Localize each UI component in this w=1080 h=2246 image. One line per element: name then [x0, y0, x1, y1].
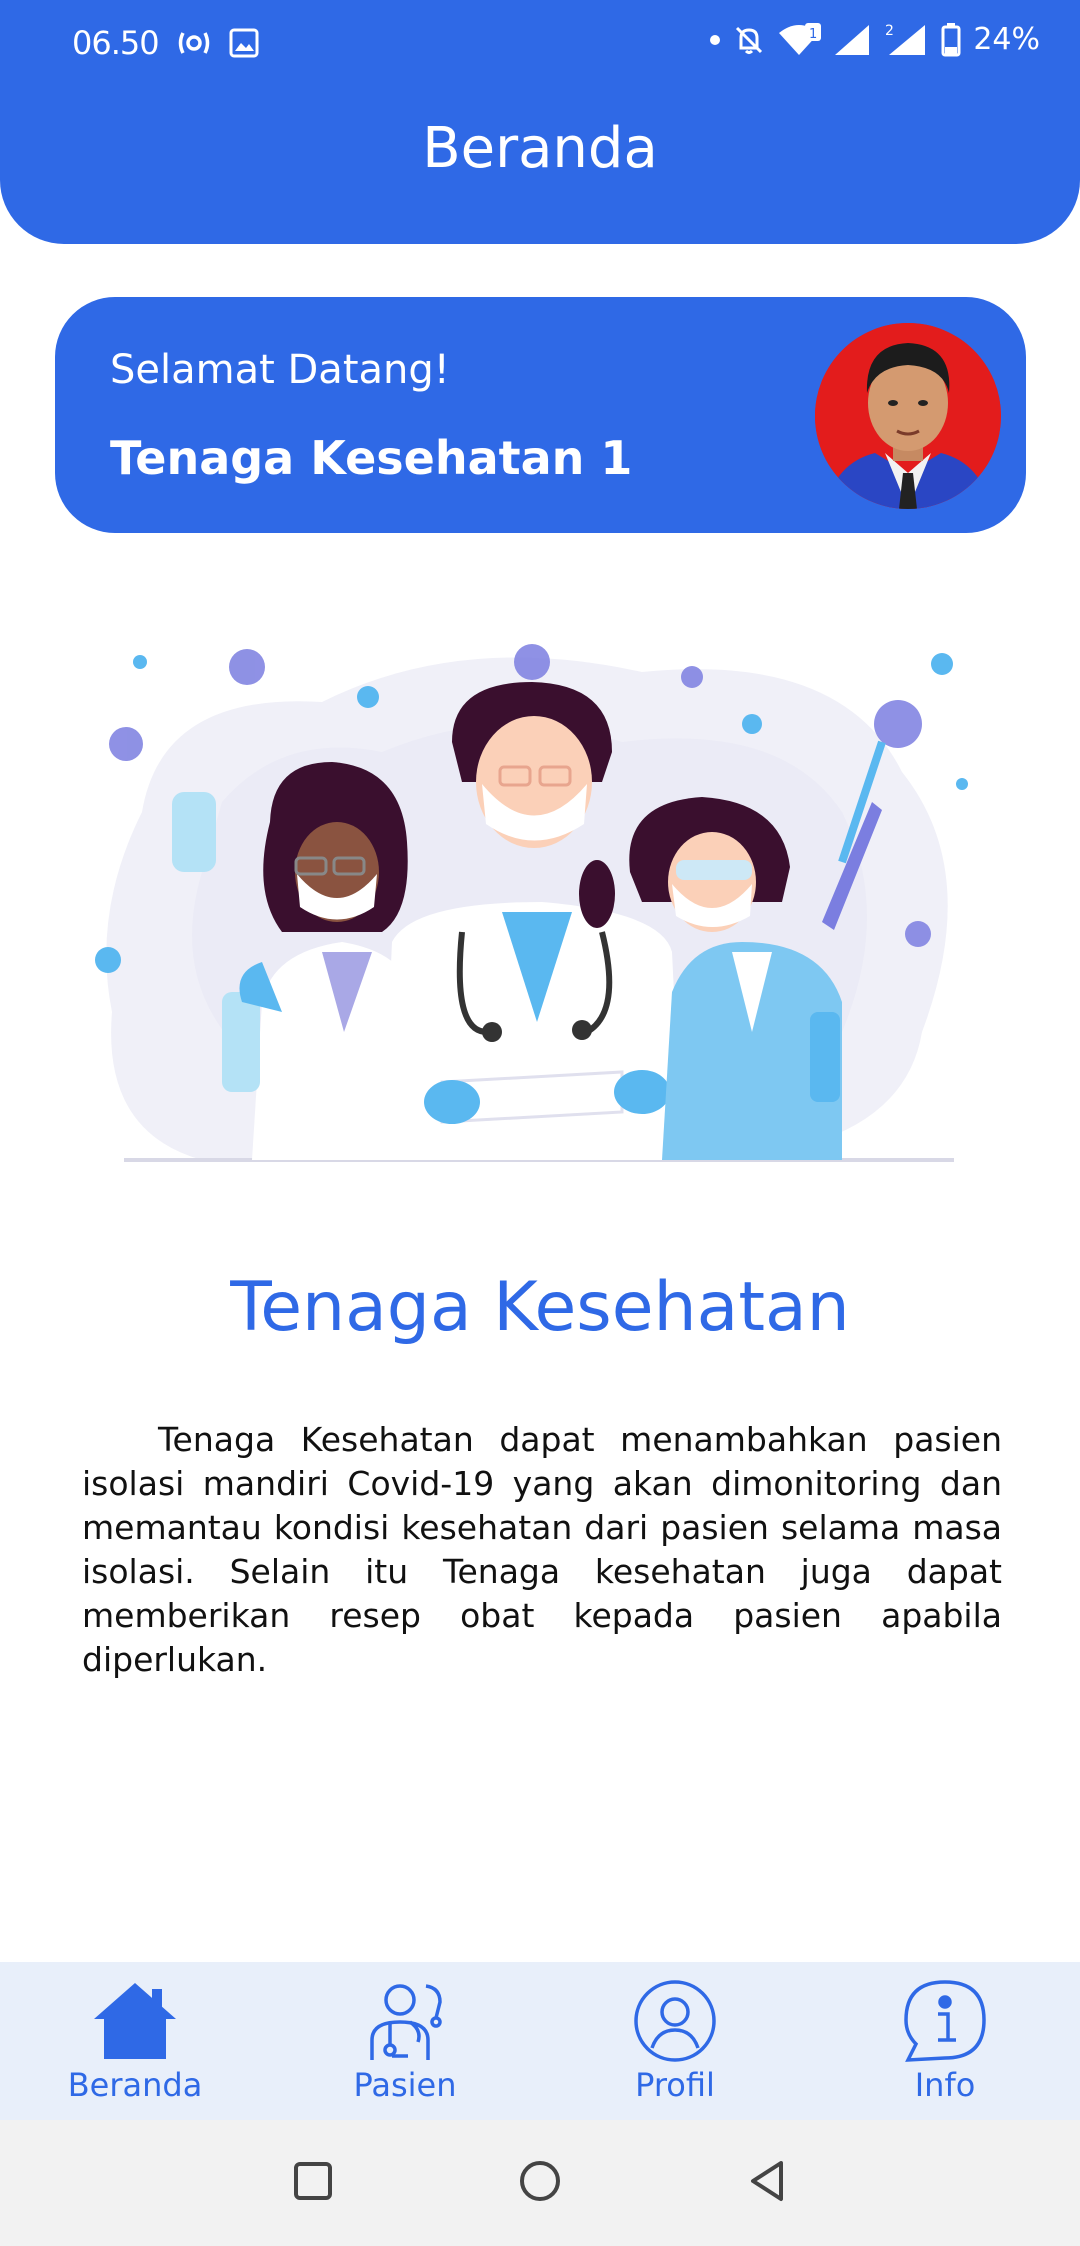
home-icon [92, 1978, 178, 2064]
wifi-icon: 1 [777, 22, 822, 57]
signal-icon: 2 [885, 23, 929, 57]
nav-label: Info [914, 2066, 976, 2104]
back-triangle-icon [751, 2161, 784, 2201]
dot-icon [709, 34, 721, 46]
welcome-user-name: Tenaga Kesehatan 1 [110, 431, 633, 485]
image-icon [229, 28, 259, 58]
hero-illustration [82, 612, 1002, 1172]
avatar [815, 323, 1001, 509]
back-button[interactable] [747, 2159, 787, 2207]
section-title: Tenaga Kesehatan [230, 1268, 850, 1347]
battery-level: 24% [973, 22, 1040, 57]
signal-icon [833, 23, 873, 57]
nav-item-profil[interactable]: Profil [540, 1962, 810, 2120]
nav-item-pasien[interactable]: Pasien [270, 1962, 540, 2120]
welcome-greeting: Selamat Datang! [110, 347, 450, 393]
bottom-nav: Beranda Pasien Profil Info [0, 1962, 1080, 2120]
status-time: 06.50 [72, 24, 160, 62]
svg-text:1: 1 [809, 27, 817, 42]
recents-button[interactable] [293, 2161, 333, 2205]
svg-text:2: 2 [885, 23, 894, 39]
doctor-icon [362, 1978, 448, 2064]
user-icon [632, 1978, 718, 2064]
system-nav-bar [0, 2120, 1080, 2246]
nav-label: Profil [635, 2066, 715, 2104]
nav-item-info[interactable]: Info [810, 1962, 1080, 2120]
nav-label: Beranda [67, 2066, 203, 2104]
home-button[interactable] [518, 2159, 562, 2207]
status-bar: 06.50 1 2 24% [0, 0, 1080, 88]
nav-item-beranda[interactable]: Beranda [0, 1962, 270, 2120]
nav-label: Pasien [353, 2066, 457, 2104]
info-icon [902, 1978, 988, 2064]
bell-off-icon [733, 24, 765, 56]
welcome-card: Selamat Datang! Tenaga Kesehatan 1 [55, 297, 1026, 533]
app-header: Beranda [0, 88, 1080, 244]
section-description: Tenaga Kesehatan dapat menambahkan pasie… [82, 1420, 1002, 1679]
battery-icon [941, 22, 961, 57]
page-title: Beranda [422, 116, 658, 181]
radio-icon [177, 30, 211, 56]
square-icon [293, 2162, 332, 2200]
circle-icon [519, 2161, 560, 2201]
